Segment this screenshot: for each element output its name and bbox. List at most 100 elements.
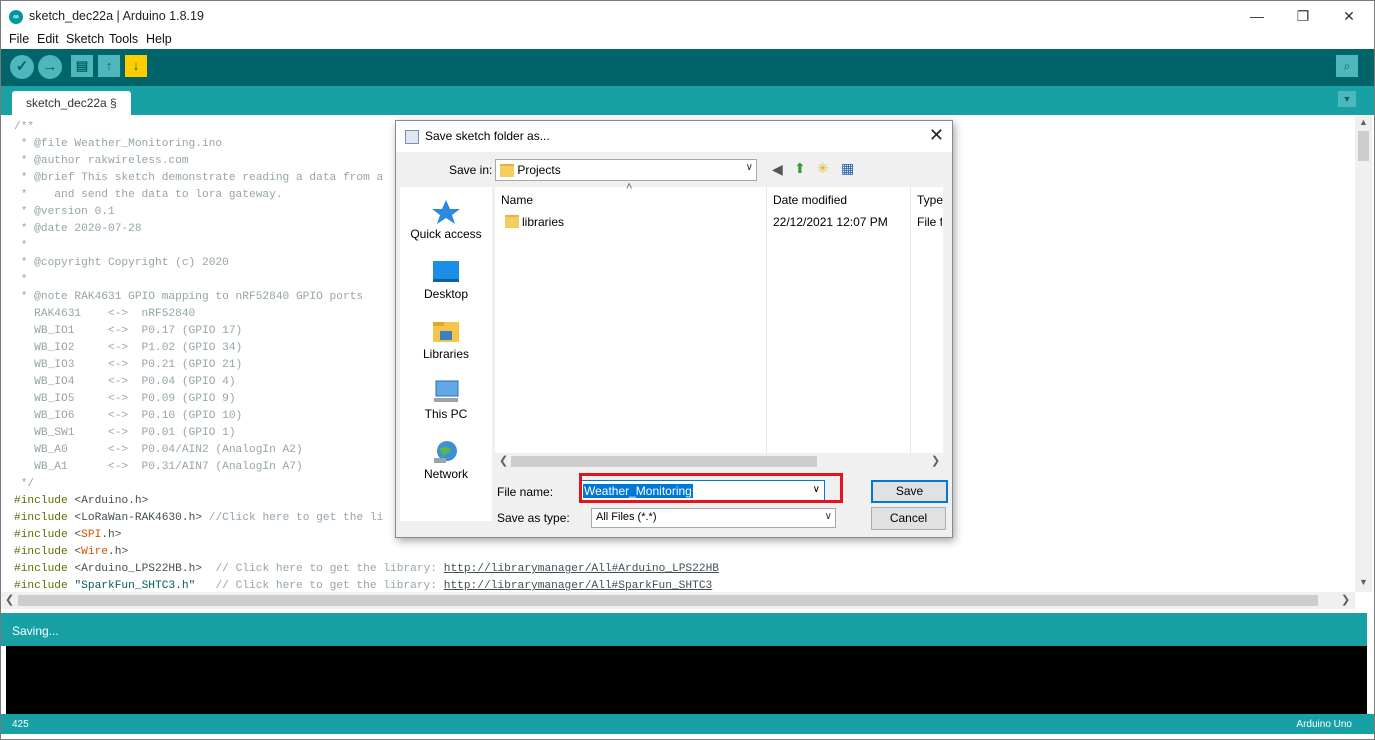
status-message: Saving... <box>12 624 59 638</box>
up-folder-icon[interactable]: ⬆ <box>794 160 806 177</box>
code-comment-line: WB_IO6 <-> P0.10 (GPIO 10) <box>34 410 243 422</box>
code-comment-line: * and send the data to lora gateway. <box>20 189 283 201</box>
save-as-type-combo[interactable]: All Files (*.*) ∨ <box>591 508 836 528</box>
code-include-line: #include <LoRaWan-RAK4630.h> //Click her… <box>14 512 384 524</box>
scroll-left-icon[interactable]: ❮ <box>5 592 14 609</box>
place-label: Network <box>423 467 468 481</box>
file-type: File fo <box>917 215 942 229</box>
code-comment-line: */ <box>20 478 35 490</box>
open-sketch-button[interactable]: ↑ <box>98 55 120 77</box>
place-label: Desktop <box>423 287 469 301</box>
dialog-title-bar: Save sketch folder as... ✕ <box>396 121 952 152</box>
place-label: Quick access <box>410 227 482 241</box>
back-icon[interactable]: ◀ <box>772 161 783 178</box>
code-comment-line: * @date 2020-07-28 <box>20 223 142 235</box>
scroll-right-icon[interactable]: ❯ <box>1341 592 1350 609</box>
view-menu-icon[interactable]: ▦ <box>841 160 854 177</box>
place-network[interactable]: Network <box>400 439 492 481</box>
save-as-type-value: All Files (*.*) <box>596 511 657 523</box>
maximize-button[interactable]: ❐ <box>1280 1 1326 31</box>
desktop-icon <box>433 261 459 282</box>
file-name: libraries <box>522 215 565 229</box>
place-label: Libraries <box>422 347 470 361</box>
place-libraries[interactable]: Libraries <box>400 319 492 361</box>
code-comment-line: WB_IO3 <-> P0.21 (GPIO 21) <box>34 359 243 371</box>
code-comment-line: * @version 0.1 <box>20 206 115 218</box>
place-label: This PC <box>424 407 468 421</box>
tab-sketch[interactable]: sketch_dec22a § <box>12 91 131 115</box>
code-include-line: #include "SparkFun_SHTC3.h" // Click her… <box>14 580 713 592</box>
folder-icon <box>505 215 519 228</box>
library-link[interactable]: http://librarymanager/All#SparkFun_SHTC3 <box>444 580 713 592</box>
upload-button[interactable]: → <box>38 55 62 79</box>
code-comment-line: RAK4631 <-> nRF52840 <box>34 308 196 320</box>
scroll-up-icon[interactable]: ▲ <box>1355 117 1372 127</box>
scroll-down-icon[interactable]: ▼ <box>1355 577 1372 587</box>
code-comment-line: WB_IO1 <-> P0.17 (GPIO 17) <box>34 325 243 337</box>
vertical-scroll-thumb[interactable] <box>1358 131 1369 161</box>
column-header-name[interactable]: Name <box>501 193 533 207</box>
save-in-combo[interactable]: Projects ∨ <box>495 159 757 181</box>
menu-help[interactable]: Help <box>146 32 172 46</box>
place-quick-access[interactable]: Quick access <box>400 199 492 241</box>
file-list-scroll-thumb[interactable] <box>511 456 817 467</box>
console-output[interactable] <box>6 646 1367 714</box>
save-in-label: Save in: <box>449 163 493 177</box>
menu-file[interactable]: File <box>9 32 29 46</box>
save-sketch-button[interactable]: ↓ <box>125 55 147 77</box>
new-folder-icon[interactable]: ✳ <box>817 160 829 177</box>
new-sketch-button[interactable]: ▤ <box>71 55 93 77</box>
libraries-icon <box>433 322 459 342</box>
chevron-down-icon: ∨ <box>824 511 832 522</box>
window-title: sketch_dec22a | Arduino 1.8.19 <box>29 9 204 23</box>
close-button[interactable]: ✕ <box>1326 1 1372 31</box>
library-link[interactable]: http://librarymanager/All#Arduino_LPS22H… <box>444 563 719 575</box>
editor-horizontal-scrollbar[interactable]: ❮ ❯ <box>1 592 1355 609</box>
file-row[interactable]: libraries 22/12/2021 12:07 PM File fo <box>504 213 942 230</box>
code-comment-line: * <box>20 274 28 286</box>
footer-bar: 425 Arduino Uno <box>1 714 1374 734</box>
code-comment-line: WB_A0 <-> P0.04/AIN2 (AnalogIn A2) <box>34 444 303 456</box>
editor-vertical-scrollbar[interactable]: ▲ ▼ <box>1355 115 1372 592</box>
java-window-icon <box>405 130 419 144</box>
horizontal-scroll-thumb[interactable] <box>18 595 1318 606</box>
dialog-close-icon[interactable]: ✕ <box>929 125 944 146</box>
file-name-label: File name: <box>497 485 554 499</box>
minimize-button[interactable]: — <box>1234 1 1280 31</box>
save-button[interactable]: Save <box>871 480 948 503</box>
file-list-horizontal-scrollbar[interactable]: ❮ ❯ <box>495 453 943 470</box>
column-header-date[interactable]: Date modified <box>773 193 847 207</box>
code-comment-line: * @author rakwireless.com <box>20 155 189 167</box>
scroll-right-icon[interactable]: ❯ <box>931 453 940 470</box>
save-as-type-label: Save as type: <box>497 511 570 525</box>
code-include-line: #include <Arduino.h> <box>14 495 149 507</box>
code-comment-line: WB_IO2 <-> P1.02 (GPIO 34) <box>34 342 243 354</box>
menu-tools[interactable]: Tools <box>109 32 138 46</box>
scroll-left-icon[interactable]: ❮ <box>499 453 508 470</box>
code-comment-line: WB_A1 <-> P0.31/AIN7 (AnalogIn A7) <box>34 461 303 473</box>
cancel-button[interactable]: Cancel <box>871 507 946 530</box>
tab-menu-button[interactable]: ▼ <box>1338 91 1356 107</box>
code-comment-line: * @file Weather_Monitoring.ino <box>20 138 223 150</box>
arduino-logo-icon: ∞ <box>9 10 23 24</box>
folder-icon <box>500 164 514 178</box>
code-include-line: #include <Wire.h> <box>14 546 129 558</box>
computer-icon <box>434 380 459 402</box>
verify-button[interactable]: ✓ <box>10 55 34 79</box>
serial-monitor-button[interactable]: ⌕ <box>1336 55 1358 77</box>
menu-edit[interactable]: Edit <box>37 32 59 46</box>
code-include-line: #include <Arduino_LPS22HB.h> // Click he… <box>14 563 719 575</box>
place-desktop[interactable]: Desktop <box>400 259 492 301</box>
code-comment-line: WB_IO4 <-> P0.04 (GPIO 4) <box>34 376 236 388</box>
tab-bar: sketch_dec22a § ▼ <box>1 86 1374 115</box>
column-header-type[interactable]: Type <box>917 193 943 207</box>
menu-sketch[interactable]: Sketch <box>66 32 104 46</box>
file-date: 22/12/2021 12:07 PM <box>773 215 888 229</box>
file-list[interactable]: Name ˄ Date modified Type libraries 22/1… <box>495 181 943 453</box>
file-name-highlight-box <box>579 473 843 503</box>
code-comment-line: * <box>20 240 28 252</box>
title-bar: ∞ sketch_dec22a | Arduino 1.8.19 — ❐ ✕ <box>1 1 1374 31</box>
code-include-line: #include <SPI.h> <box>14 529 122 541</box>
code-comment-line: WB_IO5 <-> P0.09 (GPIO 9) <box>34 393 236 405</box>
place-this-pc[interactable]: This PC <box>400 379 492 421</box>
